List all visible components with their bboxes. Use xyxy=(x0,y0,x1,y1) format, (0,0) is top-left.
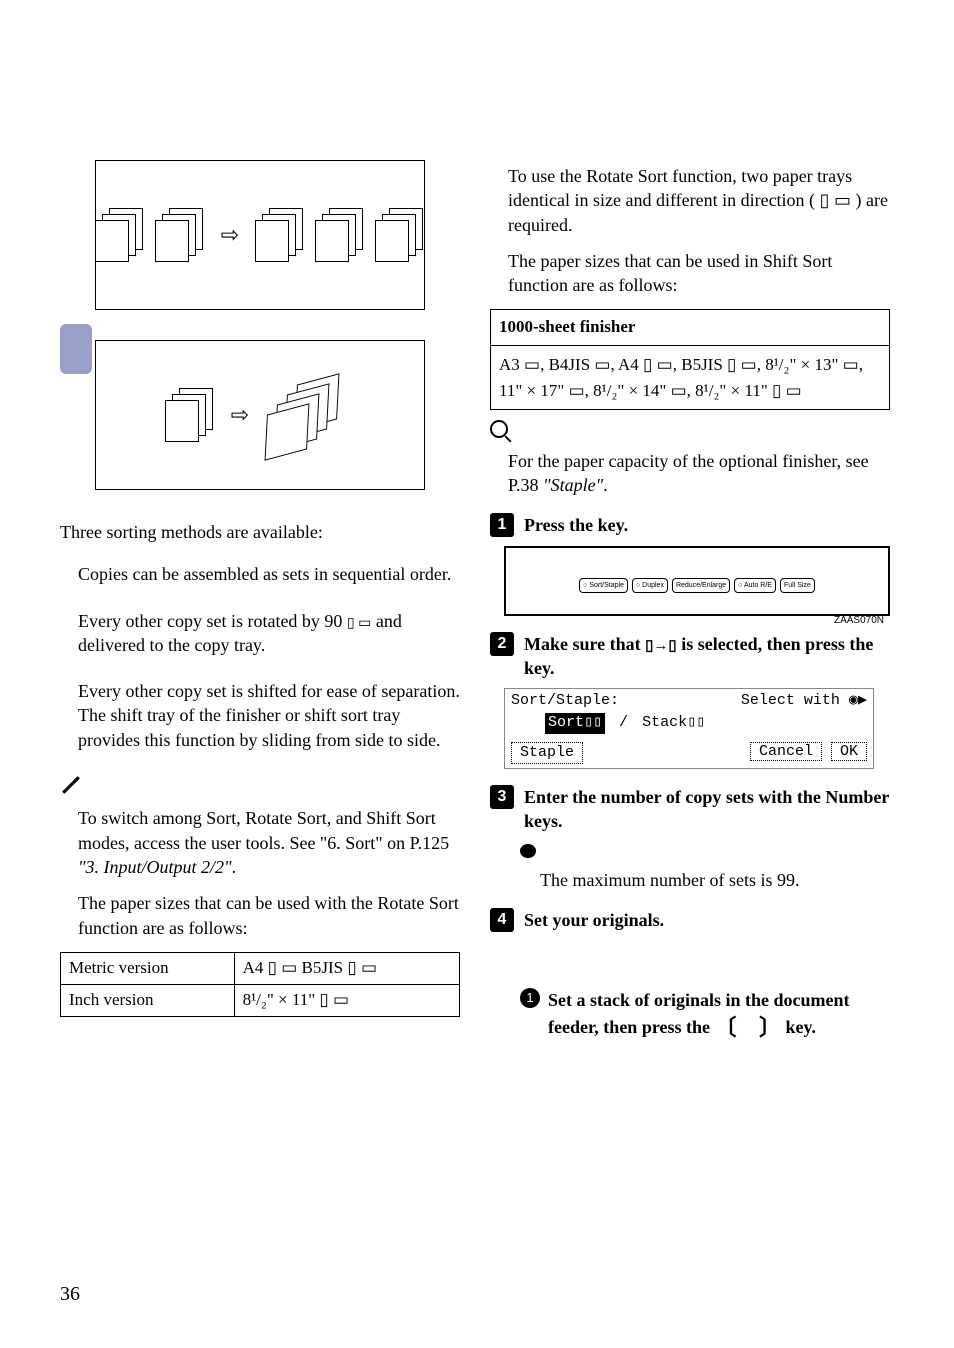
right-column: To use the Rotate Sort function, two pap… xyxy=(490,160,890,1042)
lcd-ok-button: OK xyxy=(831,742,867,761)
reference-text: For the paper capacity of the optional f… xyxy=(508,449,890,498)
note-icon-row xyxy=(60,774,460,802)
method-rotate-body: Every other copy set is rotated by 90 ▯ … xyxy=(78,609,460,658)
illustration-id: ZAAS070N xyxy=(834,614,884,628)
intro-text: Three sorting methods are available: xyxy=(60,520,460,544)
lcd-cancel-button: Cancel xyxy=(750,742,822,761)
method-sort-body: Copies can be assembled as sets in seque… xyxy=(78,562,460,586)
panel-button: ○ Duplex xyxy=(632,578,668,593)
bracket-close-icon: 〕 xyxy=(759,1015,781,1040)
page-number: 36 xyxy=(60,1281,80,1308)
arrow-icon: ⇨ xyxy=(221,220,239,250)
step-number-icon: 2 xyxy=(490,632,514,656)
step-1: 1 Press the key. xyxy=(490,513,890,537)
reference-icon-row xyxy=(490,420,890,444)
shift-diagram: ⇨ xyxy=(95,340,425,490)
sort-diagram: ⇨ xyxy=(95,160,425,310)
left-column: ⇨ ⇨ Three sorting methods are available:… xyxy=(60,160,460,1042)
note-icon xyxy=(60,774,82,796)
panel-button: ○ Sort/Staple xyxy=(579,578,628,593)
section-tab xyxy=(60,324,92,374)
finisher-table: 1000-sheet finisher A3 ▭, B4JIS ▭, A4 ▯ … xyxy=(490,309,890,410)
sort-selection-icon: ▯→▯ xyxy=(645,638,677,654)
table-cell: Metric version xyxy=(61,952,235,984)
panel-button: Full Size xyxy=(780,578,815,593)
lcd-title: Sort/Staple: xyxy=(511,691,619,711)
finisher-header: 1000-sheet finisher xyxy=(491,310,889,346)
step-2: 2 Make sure that ▯→▯ is selected, then p… xyxy=(490,632,890,681)
shift-sizes-intro: The paper sizes that can be used in Shif… xyxy=(508,249,890,298)
max-sets-note: The maximum number of sets is 99. xyxy=(540,868,890,892)
note-rotate-sizes: The paper sizes that can be used with th… xyxy=(78,891,460,940)
step-number-icon: 3 xyxy=(490,785,514,809)
paper-size-table: Metric version A4 ▯ ▭ B5JIS ▯ ▭ Inch ver… xyxy=(60,952,460,1017)
table-cell: A4 ▯ ▭ B5JIS ▯ ▭ xyxy=(234,952,459,984)
tip-icon xyxy=(520,844,536,858)
note-switch-modes: To switch among Sort, Rotate Sort, and S… xyxy=(78,806,460,879)
substep-1: 1 Set a stack of originals in the docume… xyxy=(520,988,890,1042)
arrow-icon: ⇨ xyxy=(231,400,249,430)
reference-icon xyxy=(490,420,508,438)
orientation-icon: ▯ ▭ xyxy=(347,617,371,631)
panel-button: ○ Auto R/E xyxy=(734,578,776,593)
lcd-staple-button: Staple xyxy=(511,742,583,764)
rotate-requirement: To use the Rotate Sort function, two pap… xyxy=(508,164,890,237)
bracket-open-icon: 〔 xyxy=(714,1015,736,1040)
lcd-hint: Select with ◉▶ xyxy=(741,691,867,711)
step-number-icon: 1 xyxy=(490,513,514,537)
step-number-icon: 4 xyxy=(490,908,514,932)
method-shift-body: Every other copy set is shifted for ease… xyxy=(78,679,460,752)
step-4: 4 Set your originals. xyxy=(490,908,890,932)
lcd-sort-option: Sort▯▯ xyxy=(545,713,605,733)
control-panel-illustration: ○ Sort/Staple ○ Duplex Reduce/Enlarge ○ … xyxy=(504,546,890,616)
lcd-stack-option: Stack▯▯ xyxy=(642,713,705,733)
table-cell: Inch version xyxy=(61,984,235,1016)
finisher-body: A3 ▭, B4JIS ▭, A4 ▯ ▭, B5JIS ▯ ▭, 8¹/₂" … xyxy=(491,346,889,409)
table-cell: 8¹/₂" × 11" ▯ ▭ xyxy=(234,984,459,1016)
panel-button: Reduce/Enlarge xyxy=(672,578,730,593)
substep-number-icon: 1 xyxy=(520,988,540,1008)
step-3: 3 Enter the number of copy sets with the… xyxy=(490,785,890,834)
lcd-screen-illustration: Sort/Staple: Select with ◉▶ Sort▯▯ / Sta… xyxy=(504,688,874,769)
